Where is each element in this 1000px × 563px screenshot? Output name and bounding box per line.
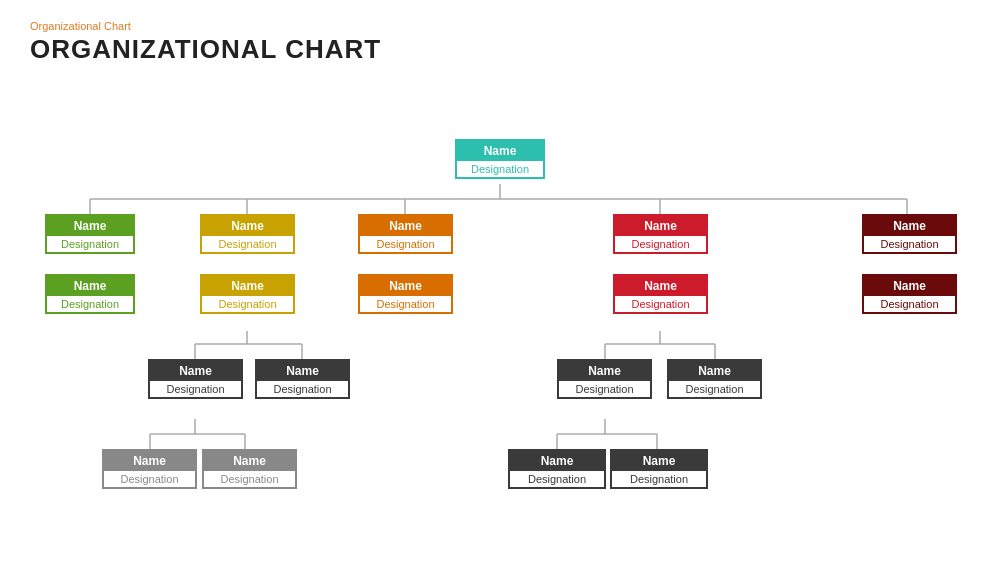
l1-orange-1-designation: Designation [360, 236, 451, 252]
l1-green-2-designation: Designation [47, 296, 133, 312]
l1-orange-2-node: Name Designation [358, 274, 453, 314]
l2-dark-4-designation: Designation [669, 381, 760, 397]
l3-dark-1-designation: Designation [510, 471, 604, 487]
l1-yellow-2-node: Name Designation [200, 274, 295, 314]
l1-yellow-2-designation: Designation [202, 296, 293, 312]
l1-dred-1-designation: Designation [864, 236, 955, 252]
l2-dark-2-designation: Designation [257, 381, 348, 397]
l2-dark-4-node: Name Designation [667, 359, 762, 399]
l1-yellow-1-designation: Designation [202, 236, 293, 252]
l2-dark-4-name: Name [669, 361, 760, 381]
l3-dark-1-node: Name Designation [508, 449, 606, 489]
l1-green-1-node: Name Designation [45, 214, 135, 254]
l1-green-2-name: Name [47, 276, 133, 296]
l2-dark-1-name: Name [150, 361, 241, 381]
l1-dred-2-name: Name [864, 276, 955, 296]
l1-green-2-node: Name Designation [45, 274, 135, 314]
l3-gray-1-designation: Designation [104, 471, 195, 487]
chart-wrapper: Name Designation Name Designation Name D… [30, 79, 970, 539]
l1-red-1-name: Name [615, 216, 706, 236]
l2-dark-3-designation: Designation [559, 381, 650, 397]
l3-gray-1-node: Name Designation [102, 449, 197, 489]
l1-green-1-designation: Designation [47, 236, 133, 252]
l2-dark-2-name: Name [257, 361, 348, 381]
l1-orange-1-name: Name [360, 216, 451, 236]
l1-red-1-node: Name Designation [613, 214, 708, 254]
l3-dark-2-node: Name Designation [610, 449, 708, 489]
l1-dred-1-name: Name [864, 216, 955, 236]
l1-red-2-designation: Designation [615, 296, 706, 312]
l2-dark-3-node: Name Designation [557, 359, 652, 399]
l3-gray-2-name: Name [204, 451, 295, 471]
l1-dred-2-designation: Designation [864, 296, 955, 312]
l1-red-2-name: Name [615, 276, 706, 296]
l3-dark-1-name: Name [510, 451, 604, 471]
l2-dark-1-designation: Designation [150, 381, 241, 397]
l1-orange-2-name: Name [360, 276, 451, 296]
l1-yellow-2-name: Name [202, 276, 293, 296]
main-title: ORGANIZATIONAL CHART [30, 34, 970, 65]
l2-dark-3-name: Name [559, 361, 650, 381]
l3-gray-2-node: Name Designation [202, 449, 297, 489]
l1-dred-1-node: Name Designation [862, 214, 957, 254]
l2-dark-2-node: Name Designation [255, 359, 350, 399]
l3-dark-2-designation: Designation [612, 471, 706, 487]
subtitle: Organizational Chart [30, 20, 970, 32]
l1-orange-1-node: Name Designation [358, 214, 453, 254]
l1-yellow-1-node: Name Designation [200, 214, 295, 254]
l1-dred-2-node: Name Designation [862, 274, 957, 314]
root-name: Name [457, 141, 543, 161]
l1-red-1-designation: Designation [615, 236, 706, 252]
l3-gray-1-name: Name [104, 451, 195, 471]
l3-gray-2-designation: Designation [204, 471, 295, 487]
root-node: Name Designation [455, 139, 545, 179]
l1-orange-2-designation: Designation [360, 296, 451, 312]
root-designation: Designation [457, 161, 543, 177]
l2-dark-1-node: Name Designation [148, 359, 243, 399]
l1-red-2-node: Name Designation [613, 274, 708, 314]
l1-yellow-1-name: Name [202, 216, 293, 236]
page: Organizational Chart ORGANIZATIONAL CHAR… [0, 0, 1000, 563]
l3-dark-2-name: Name [612, 451, 706, 471]
l1-green-1-name: Name [47, 216, 133, 236]
